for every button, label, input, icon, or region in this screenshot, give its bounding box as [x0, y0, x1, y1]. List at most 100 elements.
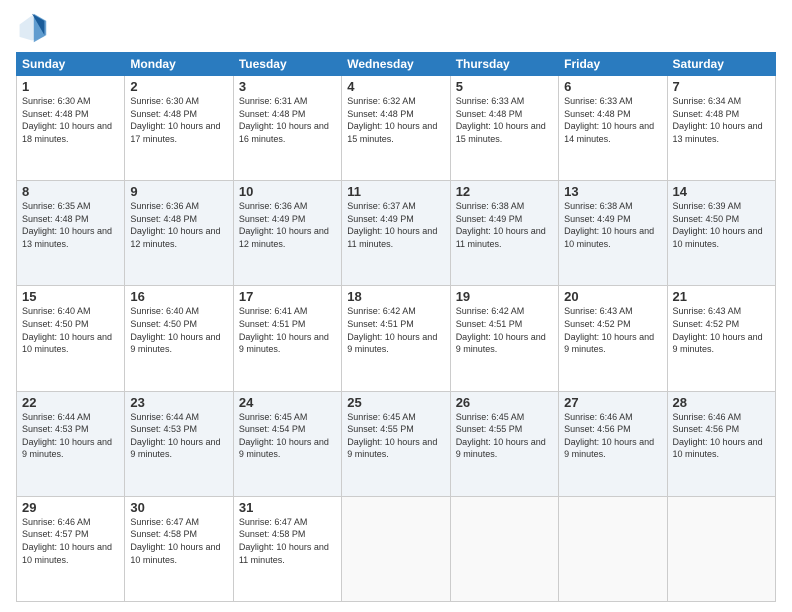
day-info: Sunrise: 6:46 AMSunset: 4:56 PMDaylight:…: [673, 412, 763, 460]
day-number: 19: [456, 289, 553, 304]
calendar-week-2: 8 Sunrise: 6:35 AMSunset: 4:48 PMDaylight…: [17, 181, 776, 286]
calendar-cell: 24 Sunrise: 6:45 AMSunset: 4:54 PMDayligh…: [233, 391, 341, 496]
calendar-week-5: 29 Sunrise: 6:46 AMSunset: 4:57 PMDayligh…: [17, 496, 776, 601]
day-info: Sunrise: 6:33 AMSunset: 4:48 PMDaylight:…: [456, 96, 546, 144]
calendar-cell: 19 Sunrise: 6:42 AMSunset: 4:51 PMDayligh…: [450, 286, 558, 391]
day-number: 27: [564, 395, 661, 410]
day-info: Sunrise: 6:37 AMSunset: 4:49 PMDaylight:…: [347, 201, 437, 249]
day-number: 17: [239, 289, 336, 304]
day-number: 18: [347, 289, 444, 304]
calendar-week-1: 1 Sunrise: 6:30 AMSunset: 4:48 PMDaylight…: [17, 76, 776, 181]
day-number: 1: [22, 79, 119, 94]
calendar-cell: [559, 496, 667, 601]
day-info: Sunrise: 6:42 AMSunset: 4:51 PMDaylight:…: [347, 306, 437, 354]
calendar-cell: 27 Sunrise: 6:46 AMSunset: 4:56 PMDayligh…: [559, 391, 667, 496]
day-number: 16: [130, 289, 227, 304]
day-info: Sunrise: 6:32 AMSunset: 4:48 PMDaylight:…: [347, 96, 437, 144]
calendar-cell: 18 Sunrise: 6:42 AMSunset: 4:51 PMDayligh…: [342, 286, 450, 391]
calendar-cell: 14Sunrise: 6:39 AMSunset: 4:50 PMDayligh…: [667, 181, 775, 286]
calendar-table: SundayMondayTuesdayWednesdayThursdayFrid…: [16, 52, 776, 602]
day-number: 28: [673, 395, 770, 410]
logo: [16, 12, 54, 44]
day-number: 13: [564, 184, 661, 199]
calendar-cell: 31 Sunrise: 6:47 AMSunset: 4:58 PMDayligh…: [233, 496, 341, 601]
day-number: 4: [347, 79, 444, 94]
calendar-cell: 12 Sunrise: 6:38 AMSunset: 4:49 PMDayligh…: [450, 181, 558, 286]
day-info: Sunrise: 6:45 AMSunset: 4:55 PMDaylight:…: [347, 412, 437, 460]
calendar-cell: 28 Sunrise: 6:46 AMSunset: 4:56 PMDayligh…: [667, 391, 775, 496]
day-number: 21: [673, 289, 770, 304]
calendar-cell: 29 Sunrise: 6:46 AMSunset: 4:57 PMDayligh…: [17, 496, 125, 601]
day-number: 6: [564, 79, 661, 94]
calendar-cell: 22 Sunrise: 6:44 AMSunset: 4:53 PMDayligh…: [17, 391, 125, 496]
calendar-week-3: 15Sunrise: 6:40 AMSunset: 4:50 PMDayligh…: [17, 286, 776, 391]
day-info: Sunrise: 6:46 AMSunset: 4:56 PMDaylight:…: [564, 412, 654, 460]
calendar-header-row: SundayMondayTuesdayWednesdayThursdayFrid…: [17, 53, 776, 76]
day-number: 11: [347, 184, 444, 199]
day-number: 23: [130, 395, 227, 410]
day-info: Sunrise: 6:31 AMSunset: 4:48 PMDaylight:…: [239, 96, 329, 144]
day-info: Sunrise: 6:38 AMSunset: 4:49 PMDaylight:…: [456, 201, 546, 249]
calendar-cell: 2Sunrise: 6:30 AMSunset: 4:48 PMDaylight…: [125, 76, 233, 181]
logo-icon: [16, 12, 48, 44]
day-number: 8: [22, 184, 119, 199]
day-number: 2: [130, 79, 227, 94]
day-info: Sunrise: 6:34 AMSunset: 4:48 PMDaylight:…: [673, 96, 763, 144]
page: SundayMondayTuesdayWednesdayThursdayFrid…: [0, 0, 792, 612]
calendar-cell: [450, 496, 558, 601]
day-header-friday: Friday: [559, 53, 667, 76]
day-info: Sunrise: 6:41 AMSunset: 4:51 PMDaylight:…: [239, 306, 329, 354]
header: [16, 12, 776, 44]
day-number: 12: [456, 184, 553, 199]
day-info: Sunrise: 6:42 AMSunset: 4:51 PMDaylight:…: [456, 306, 546, 354]
day-number: 5: [456, 79, 553, 94]
day-header-monday: Monday: [125, 53, 233, 76]
day-number: 31: [239, 500, 336, 515]
day-number: 3: [239, 79, 336, 94]
calendar-cell: 9 Sunrise: 6:36 AMSunset: 4:48 PMDaylight…: [125, 181, 233, 286]
calendar-cell: 16 Sunrise: 6:40 AMSunset: 4:50 PMDayligh…: [125, 286, 233, 391]
calendar-cell: 23 Sunrise: 6:44 AMSunset: 4:53 PMDayligh…: [125, 391, 233, 496]
day-info: Sunrise: 6:45 AMSunset: 4:54 PMDaylight:…: [239, 412, 329, 460]
calendar-cell: 8 Sunrise: 6:35 AMSunset: 4:48 PMDaylight…: [17, 181, 125, 286]
day-info: Sunrise: 6:38 AMSunset: 4:49 PMDaylight:…: [564, 201, 654, 249]
calendar-cell: 30Sunrise: 6:47 AMSunset: 4:58 PMDayligh…: [125, 496, 233, 601]
day-number: 26: [456, 395, 553, 410]
calendar-cell: 15Sunrise: 6:40 AMSunset: 4:50 PMDayligh…: [17, 286, 125, 391]
day-info: Sunrise: 6:40 AMSunset: 4:50 PMDaylight:…: [22, 306, 112, 354]
day-info: Sunrise: 6:43 AMSunset: 4:52 PMDaylight:…: [564, 306, 654, 354]
day-header-saturday: Saturday: [667, 53, 775, 76]
calendar-cell: 26Sunrise: 6:45 AMSunset: 4:55 PMDayligh…: [450, 391, 558, 496]
day-info: Sunrise: 6:44 AMSunset: 4:53 PMDaylight:…: [22, 412, 112, 460]
day-number: 10: [239, 184, 336, 199]
calendar-cell: 21 Sunrise: 6:43 AMSunset: 4:52 PMDayligh…: [667, 286, 775, 391]
day-header-tuesday: Tuesday: [233, 53, 341, 76]
calendar-week-4: 22 Sunrise: 6:44 AMSunset: 4:53 PMDayligh…: [17, 391, 776, 496]
calendar-cell: 7 Sunrise: 6:34 AMSunset: 4:48 PMDaylight…: [667, 76, 775, 181]
day-info: Sunrise: 6:46 AMSunset: 4:57 PMDaylight:…: [22, 517, 112, 565]
day-number: 29: [22, 500, 119, 515]
day-info: Sunrise: 6:47 AMSunset: 4:58 PMDaylight:…: [239, 517, 329, 565]
day-info: Sunrise: 6:30 AMSunset: 4:48 PMDaylight:…: [22, 96, 112, 144]
day-info: Sunrise: 6:40 AMSunset: 4:50 PMDaylight:…: [130, 306, 220, 354]
day-info: Sunrise: 6:39 AMSunset: 4:50 PMDaylight:…: [673, 201, 763, 249]
day-info: Sunrise: 6:44 AMSunset: 4:53 PMDaylight:…: [130, 412, 220, 460]
day-number: 25: [347, 395, 444, 410]
calendar-cell: 4 Sunrise: 6:32 AMSunset: 4:48 PMDaylight…: [342, 76, 450, 181]
day-number: 30: [130, 500, 227, 515]
calendar-cell: 6Sunrise: 6:33 AMSunset: 4:48 PMDaylight…: [559, 76, 667, 181]
calendar-cell: 13 Sunrise: 6:38 AMSunset: 4:49 PMDayligh…: [559, 181, 667, 286]
day-number: 20: [564, 289, 661, 304]
day-info: Sunrise: 6:35 AMSunset: 4:48 PMDaylight:…: [22, 201, 112, 249]
day-number: 24: [239, 395, 336, 410]
calendar-cell: 20 Sunrise: 6:43 AMSunset: 4:52 PMDayligh…: [559, 286, 667, 391]
day-header-wednesday: Wednesday: [342, 53, 450, 76]
day-number: 9: [130, 184, 227, 199]
day-info: Sunrise: 6:36 AMSunset: 4:48 PMDaylight:…: [130, 201, 220, 249]
calendar-cell: 25 Sunrise: 6:45 AMSunset: 4:55 PMDayligh…: [342, 391, 450, 496]
day-info: Sunrise: 6:36 AMSunset: 4:49 PMDaylight:…: [239, 201, 329, 249]
day-number: 22: [22, 395, 119, 410]
day-info: Sunrise: 6:43 AMSunset: 4:52 PMDaylight:…: [673, 306, 763, 354]
calendar-cell: 17 Sunrise: 6:41 AMSunset: 4:51 PMDayligh…: [233, 286, 341, 391]
day-number: 7: [673, 79, 770, 94]
